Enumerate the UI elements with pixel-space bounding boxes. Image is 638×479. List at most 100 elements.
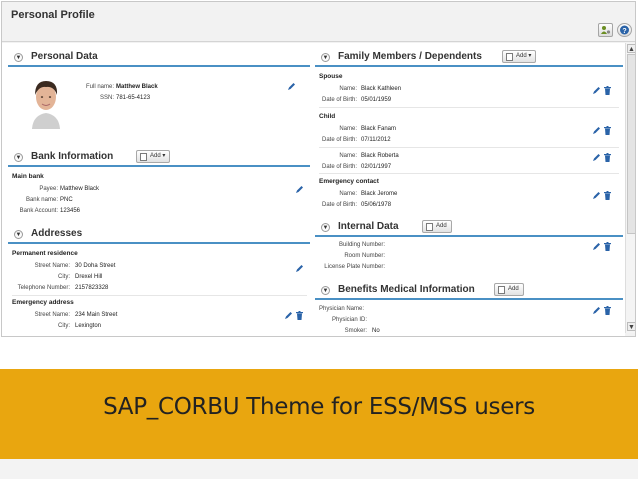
main-bank-subtitle: Main bank	[12, 173, 44, 180]
ssn-value: 781-65-4123	[116, 95, 151, 101]
emergency-dob-value: 05/06/1978	[361, 202, 392, 208]
physician-name-label: Physician Name:	[319, 306, 365, 312]
smoker-value: No	[372, 328, 380, 334]
bank-account-label: Bank Account:	[19, 208, 58, 214]
add-document-icon	[140, 153, 147, 161]
child-dob-label: Date of Birth:	[321, 137, 357, 143]
spouse-name-value: Black Kathleen	[361, 86, 402, 92]
delete-trash-icon[interactable]	[604, 242, 611, 251]
city-label: City:	[58, 274, 70, 280]
add-document-icon	[498, 286, 505, 294]
divider	[319, 107, 619, 108]
street-name-value: 234 Main Street	[75, 312, 118, 318]
edit-pencil-icon[interactable]	[592, 306, 601, 315]
edit-pencil-icon[interactable]	[295, 185, 304, 194]
child-dob-label: Date of Birth:	[321, 164, 357, 170]
internal-data-title: Internal Data	[338, 221, 399, 232]
delete-trash-icon[interactable]	[604, 86, 611, 95]
edit-pencil-icon[interactable]	[284, 311, 293, 320]
bank-account-value: 123456	[60, 208, 81, 214]
collapse-toggle-icon[interactable]: ▼	[14, 153, 23, 162]
street-name-label: Street Name:	[34, 312, 70, 318]
edit-pencil-icon[interactable]	[287, 82, 296, 91]
physician-id-label: Physician ID:	[331, 317, 367, 323]
scroll-down-icon[interactable]: ▼	[627, 322, 635, 331]
emergency-contact-subtitle: Emergency contact	[319, 178, 379, 185]
collapse-toggle-icon[interactable]: ▼	[321, 286, 330, 295]
addresses-panel: ▼ Addresses	[8, 224, 310, 336]
collapse-toggle-icon[interactable]: ▼	[14, 230, 23, 239]
divider	[319, 173, 619, 174]
collapse-toggle-icon[interactable]: ▼	[321, 53, 330, 62]
family-members-header: ▼ Family Members / Dependents Add ▾	[315, 47, 623, 67]
help-button[interactable]: ?	[617, 23, 632, 37]
delete-trash-icon[interactable]	[604, 306, 611, 315]
person-settings-icon	[601, 26, 611, 34]
delete-trash-icon[interactable]	[604, 126, 611, 135]
help-icon: ?	[620, 25, 629, 35]
delete-trash-icon[interactable]	[604, 153, 611, 162]
spouse-dob-value: 05/01/1959	[361, 97, 392, 103]
delete-trash-icon[interactable]	[296, 311, 303, 320]
benefits-add-button[interactable]: Add	[494, 283, 524, 296]
caption-banner: SAP_CORBU Theme for ESS/MSS users	[0, 369, 638, 459]
edit-pencil-icon[interactable]	[592, 153, 601, 162]
vertical-scrollbar[interactable]: ▲ ▼	[625, 43, 635, 333]
personal-data-title: Personal Data	[31, 51, 98, 62]
collapse-toggle-icon[interactable]: ▼	[321, 223, 330, 232]
edit-pencil-icon[interactable]	[295, 264, 304, 273]
child-dob-value: 07/11/2012	[361, 137, 391, 143]
title-bar: Personal Profile ?	[2, 2, 635, 42]
room-number-label: Room Number:	[344, 253, 385, 259]
street-name-value: 30 Doha Street	[75, 263, 116, 269]
family-add-button[interactable]: Add ▾	[502, 50, 537, 63]
internal-add-button[interactable]: Add	[422, 220, 452, 233]
child-name-label: Name:	[339, 153, 357, 159]
family-members-title: Family Members / Dependents	[338, 51, 482, 62]
addresses-header: ▼ Addresses	[8, 224, 310, 244]
city-value: Drexel Hill	[75, 274, 103, 280]
telephone-value: 2157823328	[75, 285, 109, 291]
collapse-toggle-icon[interactable]: ▼	[14, 53, 23, 62]
divider	[12, 295, 307, 296]
scroll-thumb[interactable]	[627, 54, 635, 234]
emergency-name-value: Black Jerome	[361, 191, 398, 197]
avatar	[26, 73, 66, 129]
benefits-medical-header: ▼ Benefits Medical Information Add	[315, 280, 623, 300]
spouse-subtitle: Spouse	[319, 73, 343, 80]
scroll-up-icon[interactable]: ▲	[627, 44, 635, 53]
emergency-dob-label: Date of Birth:	[321, 202, 357, 208]
content-area: ▼ Personal Data Full name: Matthew Black…	[2, 43, 625, 336]
spouse-dob-label: Date of Birth:	[321, 97, 357, 103]
add-document-icon	[426, 223, 433, 231]
person-settings-button[interactable]	[598, 23, 613, 37]
full-name-label: Full name:	[85, 84, 114, 90]
child-name-value: Black Roberta	[361, 153, 399, 159]
city-value: Lexington	[75, 323, 102, 329]
edit-pencil-icon[interactable]	[592, 242, 601, 251]
slide: Personal Profile ? ▼ Personal Data Full …	[0, 0, 638, 479]
spouse-name-label: Name:	[339, 86, 357, 92]
child-subtitle: Child	[319, 113, 336, 120]
payee-value: Matthew Black	[60, 186, 100, 192]
full-name-value: Matthew Black	[116, 84, 158, 90]
internal-data-header: ▼ Internal Data Add	[315, 217, 623, 237]
bank-add-button[interactable]: Add ▾	[136, 150, 171, 163]
ssn-label: SSN:	[99, 95, 114, 101]
page-title: Personal Profile	[11, 9, 95, 21]
smoker-label: Smoker:	[344, 328, 367, 334]
child-name-label: Name:	[339, 126, 357, 132]
footer-strip	[0, 459, 638, 479]
emergency-address-subtitle: Emergency address	[12, 299, 74, 306]
svg-text:?: ?	[622, 28, 626, 35]
add-document-icon	[506, 53, 513, 61]
sap-screen: Personal Profile ? ▼ Personal Data Full …	[1, 1, 636, 337]
telephone-label: Telephone Number:	[17, 285, 70, 291]
edit-pencil-icon[interactable]	[592, 191, 601, 200]
caption-text: SAP_CORBU Theme for ESS/MSS users	[103, 394, 535, 420]
edit-pencil-icon[interactable]	[592, 86, 601, 95]
edit-pencil-icon[interactable]	[592, 126, 601, 135]
permanent-residence-subtitle: Permanent residence	[12, 250, 78, 257]
bank-name-value: PNC	[60, 197, 73, 203]
delete-trash-icon[interactable]	[604, 191, 611, 200]
